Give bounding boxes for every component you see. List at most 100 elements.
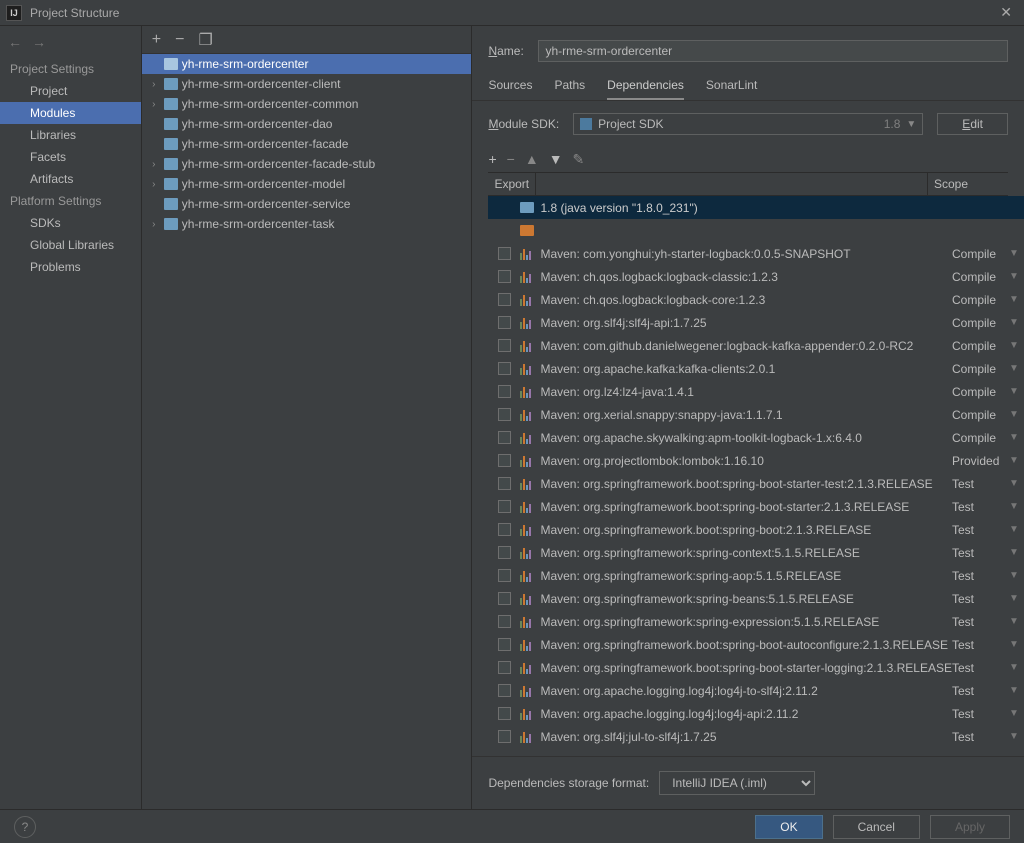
- move-down-icon[interactable]: ▼: [549, 151, 563, 168]
- export-checkbox[interactable]: [498, 293, 511, 306]
- chevron-down-icon[interactable]: ▼: [1004, 248, 1024, 259]
- dependency-row[interactable]: 1.8 (java version "1.8.0_231"): [488, 196, 1024, 219]
- sidebar-item[interactable]: Project: [0, 80, 141, 102]
- chevron-down-icon[interactable]: ▼: [1004, 317, 1024, 328]
- dependency-list[interactable]: 1.8 (java version "1.8.0_231") Maven: com…: [488, 196, 1024, 756]
- add-dependency-icon[interactable]: +: [488, 151, 496, 168]
- module-row[interactable]: ›yh-rme-srm-ordercenter-common: [142, 94, 472, 114]
- export-checkbox[interactable]: [498, 569, 511, 582]
- module-row[interactable]: ›yh-rme-srm-ordercenter-facade-stub: [142, 154, 472, 174]
- expand-icon[interactable]: ›: [148, 99, 160, 110]
- export-checkbox[interactable]: [498, 454, 511, 467]
- ok-button[interactable]: OK: [755, 815, 822, 839]
- chevron-down-icon[interactable]: ▼: [1004, 570, 1024, 581]
- chevron-down-icon[interactable]: ▼: [1004, 616, 1024, 627]
- expand-icon[interactable]: ›: [148, 159, 160, 170]
- chevron-down-icon[interactable]: ▼: [1004, 685, 1024, 696]
- export-checkbox[interactable]: [498, 477, 511, 490]
- column-export[interactable]: Export: [488, 173, 536, 195]
- sidebar-item[interactable]: Facets: [0, 146, 141, 168]
- sidebar-item[interactable]: SDKs: [0, 212, 141, 234]
- export-checkbox[interactable]: [498, 615, 511, 628]
- chevron-down-icon[interactable]: ▼: [1004, 271, 1024, 282]
- export-checkbox[interactable]: [498, 592, 511, 605]
- dependency-row[interactable]: Maven: ch.qos.logback:logback-core:1.2.3…: [488, 288, 1024, 311]
- help-icon[interactable]: ?: [14, 816, 36, 838]
- export-checkbox[interactable]: [498, 523, 511, 536]
- module-name-input[interactable]: [538, 40, 1008, 62]
- dependency-row[interactable]: Maven: org.projectlombok:lombok:1.16.10P…: [488, 449, 1024, 472]
- sidebar-item[interactable]: Artifacts: [0, 168, 141, 190]
- dependency-row[interactable]: Maven: org.slf4j:slf4j-api:1.7.25Compile…: [488, 311, 1024, 334]
- sidebar-item[interactable]: Problems: [0, 256, 141, 278]
- tab-paths[interactable]: Paths: [554, 72, 585, 100]
- nav-back-icon[interactable]: ←: [8, 34, 22, 50]
- sidebar-item[interactable]: Global Libraries: [0, 234, 141, 256]
- export-checkbox[interactable]: [498, 730, 511, 743]
- dependency-row[interactable]: Maven: org.apache.kafka:kafka-clients:2.…: [488, 357, 1024, 380]
- chevron-down-icon[interactable]: ▼: [1004, 294, 1024, 305]
- tab-sonarlint[interactable]: SonarLint: [706, 72, 757, 100]
- dependency-row[interactable]: Maven: org.springframework.boot:spring-b…: [488, 495, 1024, 518]
- chevron-down-icon[interactable]: ▼: [1004, 363, 1024, 374]
- add-module-icon[interactable]: +: [152, 31, 161, 49]
- export-checkbox[interactable]: [498, 638, 511, 651]
- dependency-row[interactable]: Maven: org.springframework:spring-aop:5.…: [488, 564, 1024, 587]
- dependency-row[interactable]: Maven: com.yonghui:yh-starter-logback:0.…: [488, 242, 1024, 265]
- dependency-row[interactable]: Maven: com.github.danielwegener:logback-…: [488, 334, 1024, 357]
- dependency-row[interactable]: Maven: org.apache.logging.log4j:log4j-to…: [488, 679, 1024, 702]
- module-row[interactable]: yh-rme-srm-ordercenter: [142, 54, 472, 74]
- chevron-down-icon[interactable]: ▼: [1004, 386, 1024, 397]
- module-row[interactable]: ›yh-rme-srm-ordercenter-task: [142, 214, 472, 234]
- dependency-row[interactable]: Maven: org.springframework.boot:spring-b…: [488, 656, 1024, 679]
- dependency-row[interactable]: Maven: org.xerial.snappy:snappy-java:1.1…: [488, 403, 1024, 426]
- dependency-row[interactable]: Maven: ch.qos.logback:logback-classic:1.…: [488, 265, 1024, 288]
- export-checkbox[interactable]: [498, 362, 511, 375]
- chevron-down-icon[interactable]: ▼: [1004, 432, 1024, 443]
- expand-icon[interactable]: ›: [148, 179, 160, 190]
- export-checkbox[interactable]: [498, 339, 511, 352]
- dependency-row[interactable]: Maven: org.springframework:spring-beans:…: [488, 587, 1024, 610]
- chevron-down-icon[interactable]: ▼: [1004, 501, 1024, 512]
- tab-sources[interactable]: Sources: [488, 72, 532, 100]
- export-checkbox[interactable]: [498, 247, 511, 260]
- dependency-row[interactable]: Maven: org.springframework:spring-contex…: [488, 541, 1024, 564]
- dependency-row[interactable]: Maven: org.apache.skywalking:apm-toolkit…: [488, 426, 1024, 449]
- remove-module-icon[interactable]: −: [175, 31, 184, 49]
- export-checkbox[interactable]: [498, 707, 511, 720]
- chevron-down-icon[interactable]: ▼: [1004, 547, 1024, 558]
- sdk-edit-button[interactable]: Edit: [937, 113, 1008, 135]
- column-scope[interactable]: Scope: [928, 173, 1008, 195]
- tab-dependencies[interactable]: Dependencies: [607, 72, 684, 100]
- dependency-row[interactable]: Maven: org.slf4j:jul-to-slf4j:1.7.25Test…: [488, 725, 1024, 748]
- dependency-row[interactable]: [488, 219, 1024, 242]
- dependency-row[interactable]: Maven: org.springframework:spring-expres…: [488, 610, 1024, 633]
- chevron-down-icon[interactable]: ▼: [1004, 455, 1024, 466]
- export-checkbox[interactable]: [498, 431, 511, 444]
- chevron-down-icon[interactable]: ▼: [1004, 409, 1024, 420]
- export-checkbox[interactable]: [498, 408, 511, 421]
- chevron-down-icon[interactable]: ▼: [1004, 593, 1024, 604]
- copy-module-icon[interactable]: ❐: [198, 30, 212, 50]
- expand-icon[interactable]: ›: [148, 219, 160, 230]
- export-checkbox[interactable]: [498, 270, 511, 283]
- export-checkbox[interactable]: [498, 661, 511, 674]
- export-checkbox[interactable]: [498, 684, 511, 697]
- storage-format-select[interactable]: IntelliJ IDEA (.iml): [659, 771, 815, 795]
- close-icon[interactable]: ✕: [994, 4, 1018, 21]
- dependency-row[interactable]: Maven: org.springframework.boot:spring-b…: [488, 633, 1024, 656]
- dependency-row[interactable]: Maven: org.apache.logging.log4j:log4j-ap…: [488, 702, 1024, 725]
- chevron-down-icon[interactable]: ▼: [1004, 478, 1024, 489]
- export-checkbox[interactable]: [498, 500, 511, 513]
- export-checkbox[interactable]: [498, 546, 511, 559]
- sdk-select[interactable]: Project SDK 1.8 ▼: [573, 113, 923, 135]
- export-checkbox[interactable]: [498, 316, 511, 329]
- module-row[interactable]: ›yh-rme-srm-ordercenter-client: [142, 74, 472, 94]
- dependency-row[interactable]: Maven: org.lz4:lz4-java:1.4.1Compile▼: [488, 380, 1024, 403]
- chevron-down-icon[interactable]: ▼: [1004, 524, 1024, 535]
- apply-button[interactable]: Apply: [930, 815, 1010, 839]
- export-checkbox[interactable]: [498, 385, 511, 398]
- module-row[interactable]: ›yh-rme-srm-ordercenter-model: [142, 174, 472, 194]
- nav-forward-icon[interactable]: →: [32, 34, 46, 50]
- dependency-row[interactable]: Maven: org.springframework.boot:spring-b…: [488, 518, 1024, 541]
